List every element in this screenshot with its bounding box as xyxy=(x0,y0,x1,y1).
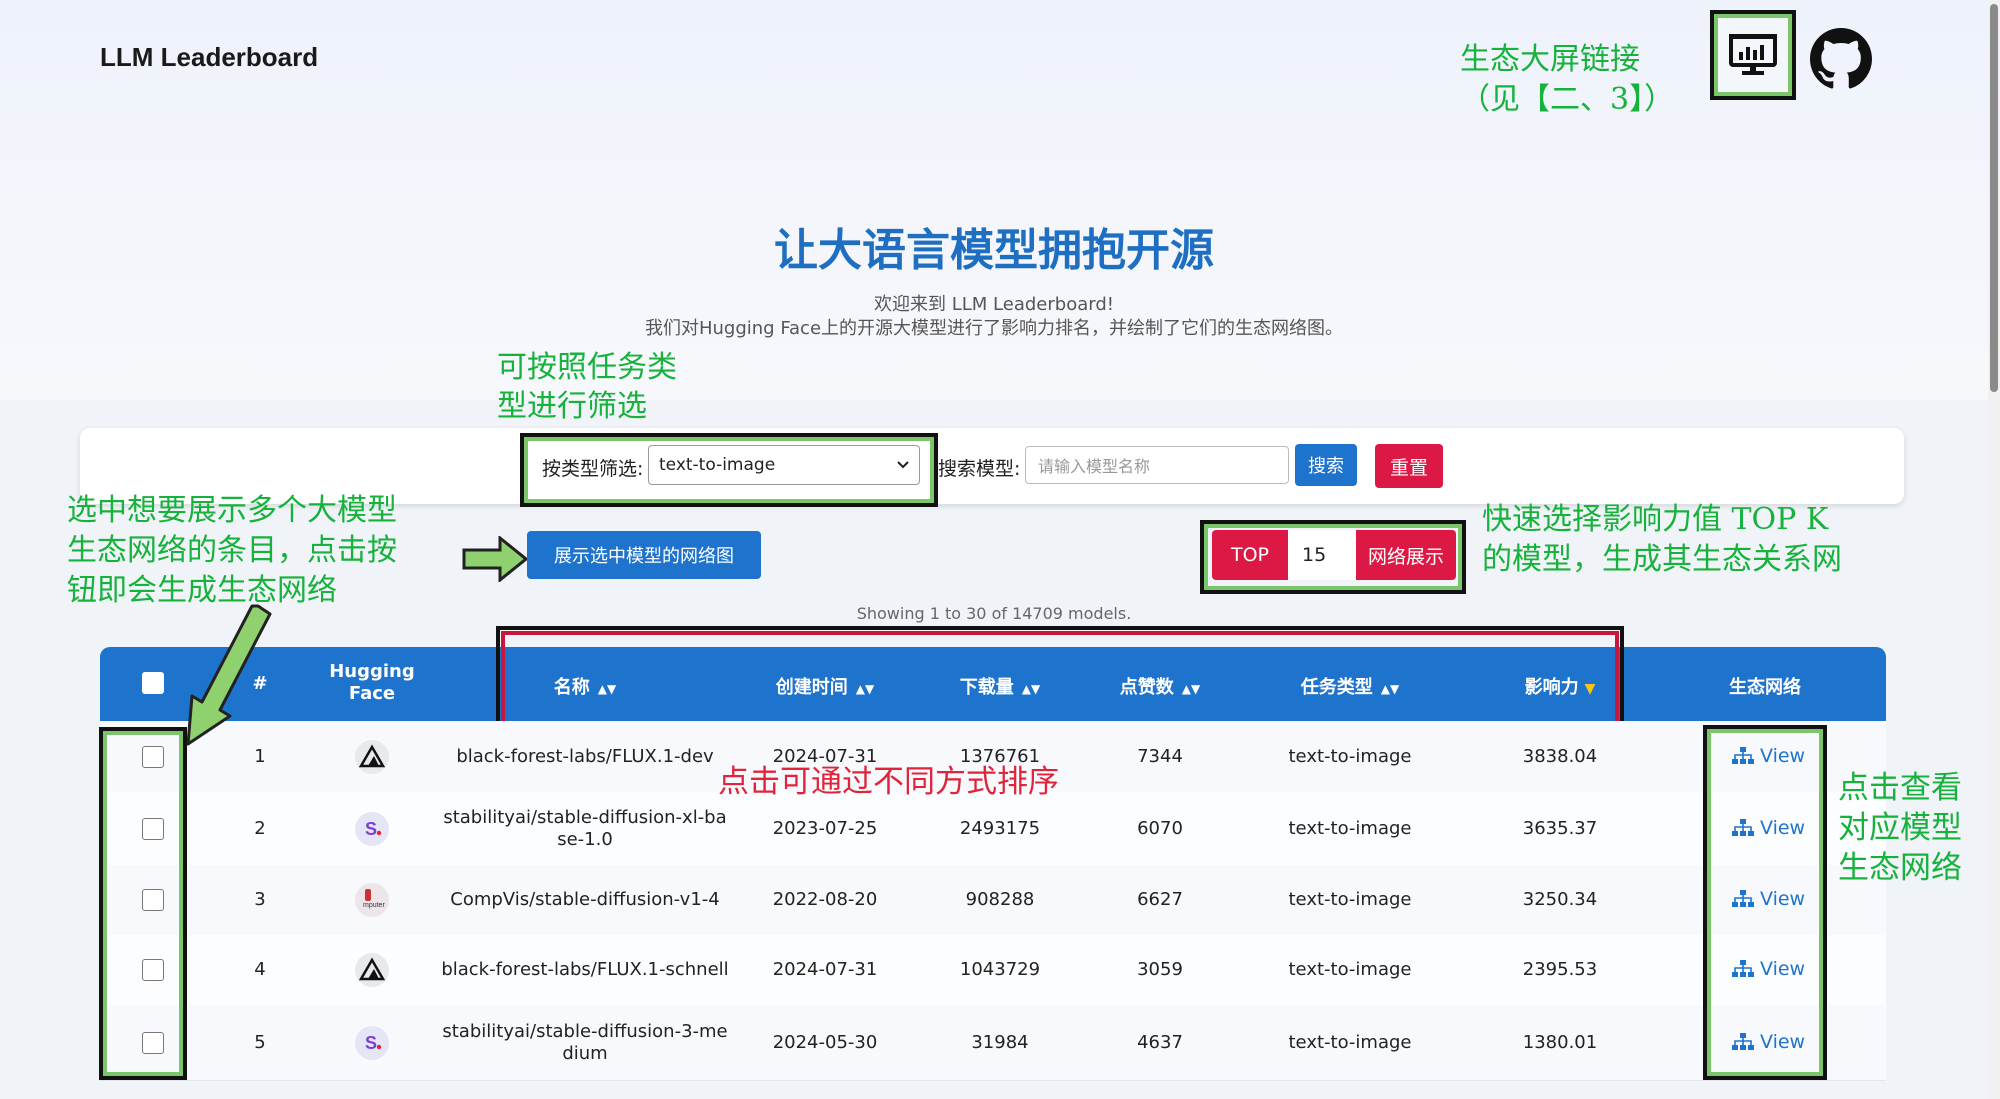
green-arrow-diagonal-icon xyxy=(186,604,272,746)
stability-icon[interactable]: S xyxy=(354,1025,390,1061)
show-selected-network-button[interactable]: 展示选中模型的网络图 xyxy=(527,531,761,579)
row-task: text-to-image xyxy=(1288,817,1412,839)
row-model-name: stabilityai/stable-diffusion-3-medium xyxy=(442,1020,728,1064)
stability-icon[interactable]: S xyxy=(354,811,390,847)
top-label: TOP xyxy=(1212,530,1288,580)
type-filter-label: 按类型筛选: xyxy=(542,458,644,480)
dashboard-monitor-icon xyxy=(1729,34,1777,75)
svg-text:S: S xyxy=(365,1033,377,1053)
showing-count: Showing 1 to 30 of 14709 models. xyxy=(856,604,1132,623)
row-downloads: 31984 xyxy=(971,1031,1029,1053)
annotation-view: 点击查看 对应模型 生态网络 xyxy=(1838,770,1962,886)
row-index: 1 xyxy=(254,745,266,767)
row-likes: 6070 xyxy=(1137,817,1183,839)
row-created: 2024-07-31 xyxy=(772,959,878,980)
topk-input[interactable]: 15 xyxy=(1288,530,1356,580)
blackforest-icon[interactable] xyxy=(354,739,390,775)
row-task: text-to-image xyxy=(1288,959,1412,980)
row-task: text-to-image xyxy=(1288,1031,1412,1053)
svg-text:S: S xyxy=(365,819,377,839)
row-model-name: black-forest-labs/FLUX.1-schnell xyxy=(441,959,729,980)
annotation-sort: 点击可通过不同方式排序 xyxy=(718,764,1059,800)
annotation-filter: 可按照任务类 型进行筛选 xyxy=(497,350,677,424)
dashboard-link-button[interactable] xyxy=(1710,10,1796,100)
checkbox-highlight-box xyxy=(99,727,187,1080)
row-influence: 3635.37 xyxy=(1522,817,1598,839)
reset-button[interactable]: 重置 xyxy=(1375,444,1443,488)
row-model-name: CompVis/stable-diffusion-v1-4 xyxy=(450,889,720,910)
brand-title[interactable]: LLM Leaderboard xyxy=(100,42,318,73)
row-influence: 3250.34 xyxy=(1522,889,1598,910)
annotation-eco-link: 生态大屏链接 （见【二、3】） xyxy=(1460,42,1675,117)
type-filter-value: text-to-image xyxy=(659,455,776,475)
type-filter-select[interactable]: text-to-image xyxy=(648,445,920,485)
row-index: 2 xyxy=(254,817,266,839)
annotation-topk: 快速选择影响力值 TOP K 的模型，生成其生态关系网 xyxy=(1482,502,1842,577)
page-title: 让大语言模型拥抱开源 xyxy=(774,226,1214,275)
row-task: text-to-image xyxy=(1288,745,1412,767)
row-likes: 7344 xyxy=(1137,745,1183,767)
welcome-text: 欢迎来到 LLM Leaderboard! xyxy=(874,294,1114,315)
row-influence: 3838.04 xyxy=(1522,745,1598,767)
network-display-button[interactable]: 网络展示 xyxy=(1356,530,1456,580)
row-downloads: 1043729 xyxy=(959,959,1041,980)
row-downloads: 2493175 xyxy=(959,817,1041,839)
intro-text: 我们对Hugging Face上的开源大模型进行了影响力排名，并绘制了它们的生态… xyxy=(644,318,1344,339)
row-likes: 3059 xyxy=(1137,959,1183,980)
row-likes: 4637 xyxy=(1137,1031,1183,1053)
row-created: 2022-08-20 xyxy=(772,889,878,910)
row-likes: 6627 xyxy=(1137,889,1183,910)
annotation-select-entries: 选中想要展示多个大模型 生态网络的条目，点击按 钮即会生成生态网络 xyxy=(67,493,397,608)
row-divider xyxy=(100,1080,1886,1081)
col-eco: 生态网络 xyxy=(1729,677,1801,698)
blackforest-icon[interactable] xyxy=(354,952,390,988)
view-highlight-box xyxy=(1703,725,1827,1080)
row-created: 2024-05-30 xyxy=(772,1031,878,1053)
search-button[interactable]: 搜索 xyxy=(1295,444,1357,486)
row-index: 3 xyxy=(254,889,266,910)
row-model-name: black-forest-labs/FLUX.1-dev xyxy=(456,745,714,767)
row-influence: 2395.53 xyxy=(1522,959,1598,980)
row-downloads: 908288 xyxy=(965,889,1035,910)
row-influence: 1380.01 xyxy=(1522,1031,1598,1053)
chevron-down-icon xyxy=(897,461,909,469)
select-all-checkbox[interactable] xyxy=(142,672,164,694)
col-huggingface: Hugging Face xyxy=(329,661,415,704)
compvis-icon[interactable]: mputer xyxy=(354,882,390,918)
row-task: text-to-image xyxy=(1288,889,1412,910)
github-icon[interactable] xyxy=(1810,28,1872,90)
green-arrow-right-icon xyxy=(462,536,528,582)
row-index: 4 xyxy=(254,959,266,980)
scrollbar-thumb[interactable] xyxy=(1990,4,1998,392)
row-model-name: stabilityai/stable-diffusion-xl-base-1.0 xyxy=(443,806,727,850)
row-index: 5 xyxy=(254,1031,266,1053)
search-input[interactable]: 请输入模型名称 xyxy=(1025,446,1289,484)
svg-text:mputer: mputer xyxy=(363,902,385,909)
row-created: 2023-07-25 xyxy=(772,817,878,839)
search-label: 搜索模型: xyxy=(938,458,1021,480)
